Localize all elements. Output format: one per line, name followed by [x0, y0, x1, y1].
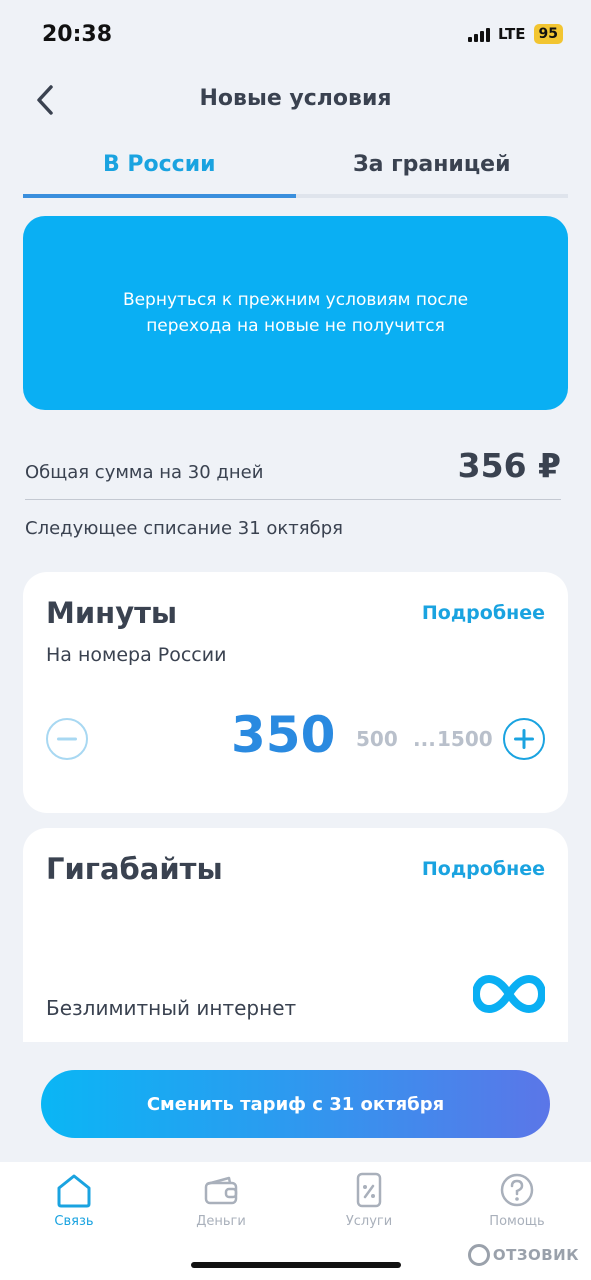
- watermark: ОТЗОВИК: [467, 1244, 579, 1266]
- tabbar-label: Связь: [54, 1214, 94, 1229]
- watermark-logo-icon: [467, 1244, 490, 1266]
- minutes-subtitle: На номера России: [46, 644, 227, 666]
- status-indicators: LTE 95: [467, 24, 563, 44]
- tabbar-label: Помощь: [489, 1214, 545, 1229]
- header: Новые условия: [0, 70, 591, 130]
- total-row: Общая сумма на 30 дней 356 ₽: [25, 440, 561, 500]
- tabbar-item-services[interactable]: Услуги: [314, 1170, 424, 1229]
- minutes-card: Минуты Подробнее На номера России 350 50…: [23, 572, 568, 813]
- help-icon: [500, 1173, 534, 1207]
- notice-banner: Вернуться к прежним условиям после перех…: [23, 216, 568, 410]
- network-type: LTE: [497, 25, 526, 43]
- minutes-option[interactable]: 1500: [437, 727, 493, 751]
- battery-icon: 95: [533, 24, 563, 44]
- watermark-text: ОТЗОВИК: [492, 1246, 579, 1264]
- status-bar: 20:38 LTE 95: [0, 0, 591, 70]
- gigabytes-card: Гигабайты Подробнее Безлимитный интернет: [23, 828, 568, 1078]
- notice-text: Вернуться к прежним условиям после перех…: [122, 290, 469, 336]
- gigabytes-title: Гигабайты: [46, 852, 223, 886]
- services-icon: [356, 1172, 382, 1208]
- total-label: Общая сумма на 30 дней: [25, 462, 264, 483]
- minus-icon: [57, 737, 77, 741]
- minutes-option[interactable]: 500: [356, 727, 398, 751]
- tabbar-item-money[interactable]: Деньги: [166, 1170, 276, 1229]
- minutes-decrease-button[interactable]: [46, 718, 88, 760]
- minutes-selected-value: 350: [231, 706, 336, 764]
- plus-icon: [514, 729, 534, 749]
- status-time: 20:38: [42, 22, 113, 47]
- tab-russia[interactable]: В России: [23, 140, 296, 198]
- tabbar-item-connection[interactable]: Связь: [19, 1170, 129, 1229]
- next-charge-text: Следующее списание 31 октября: [25, 518, 343, 539]
- signal-icon: [467, 27, 490, 42]
- tabbar-label: Услуги: [345, 1214, 393, 1229]
- page-title: Новые условия: [199, 86, 392, 111]
- total-value: 356 ₽: [457, 446, 561, 485]
- home-icon: [57, 1174, 91, 1208]
- tabbar-item-help[interactable]: Помощь: [462, 1170, 572, 1229]
- infinity-icon: [473, 975, 545, 1013]
- change-tariff-button[interactable]: Сменить тариф с 31 октября: [41, 1070, 550, 1138]
- tab-abroad[interactable]: За границей: [295, 140, 568, 198]
- region-tabs: В России За границей: [23, 140, 568, 198]
- minutes-title: Минуты: [46, 596, 178, 630]
- tabbar-label: Деньги: [196, 1214, 246, 1229]
- minutes-option-ellipsis: ...: [413, 727, 436, 751]
- gigabytes-details-link[interactable]: Подробнее: [422, 858, 545, 880]
- wallet-icon: [204, 1176, 238, 1205]
- minutes-details-link[interactable]: Подробнее: [422, 602, 545, 624]
- home-indicator: [191, 1262, 401, 1268]
- minutes-increase-button[interactable]: [503, 718, 545, 760]
- unlimited-internet-label: Безлимитный интернет: [46, 996, 297, 1020]
